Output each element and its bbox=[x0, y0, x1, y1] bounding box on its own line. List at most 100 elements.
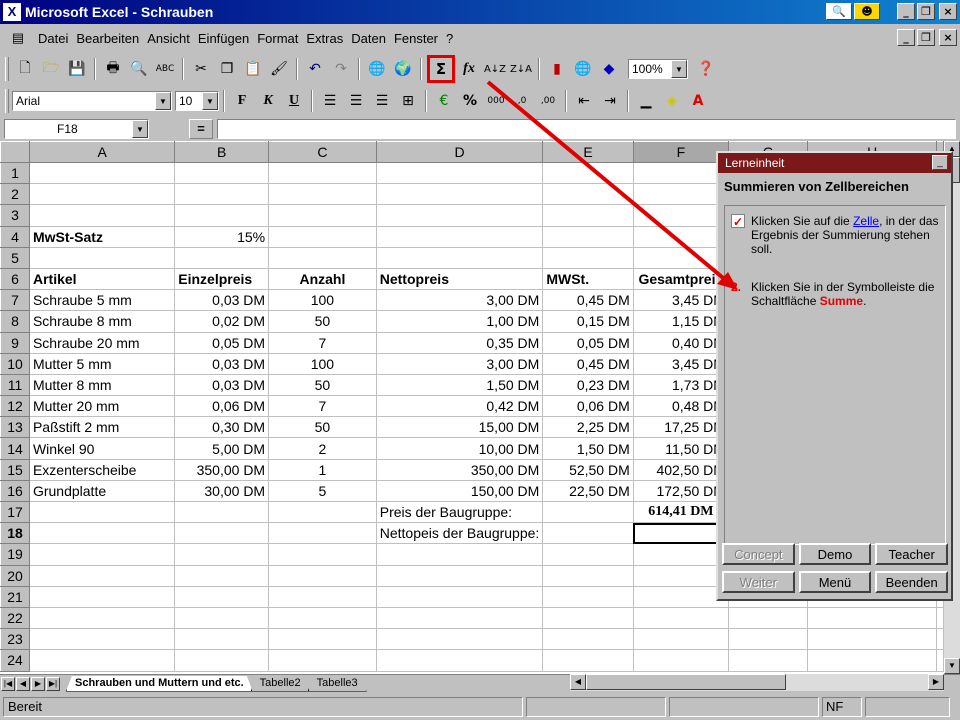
cell[interactable] bbox=[268, 501, 377, 524]
select-all-button[interactable] bbox=[0, 141, 30, 163]
cell[interactable] bbox=[268, 565, 377, 587]
cell[interactable]: Nettopeis der Baugruppe: bbox=[376, 522, 544, 545]
cell[interactable]: 0,06 DM bbox=[542, 395, 634, 418]
cell[interactable]: 1,73 DM bbox=[633, 374, 729, 397]
cell[interactable]: Mutter 8 mm bbox=[29, 374, 176, 397]
cell[interactable]: 0,35 DM bbox=[376, 332, 544, 354]
cell[interactable] bbox=[29, 565, 176, 587]
cell[interactable]: Gesamtpreis bbox=[633, 268, 729, 291]
cell[interactable] bbox=[807, 628, 937, 651]
cell[interactable] bbox=[268, 162, 377, 185]
weiter-button[interactable]: Weiter bbox=[722, 571, 795, 593]
menu-fenster[interactable]: Fenster bbox=[390, 31, 442, 46]
cell[interactable]: Schraube 5 mm bbox=[29, 289, 176, 312]
cell[interactable]: 0,30 DM bbox=[174, 416, 270, 439]
column-header[interactable]: F bbox=[632, 141, 729, 163]
column-header[interactable]: D bbox=[375, 141, 544, 163]
cell[interactable] bbox=[728, 649, 809, 672]
print-icon[interactable]: 🖶 bbox=[101, 57, 125, 81]
help-search-icon[interactable]: 🔍 bbox=[826, 3, 852, 20]
menu-help[interactable]: ? bbox=[442, 31, 457, 46]
menu-bearbeiten[interactable]: Bearbeiten bbox=[72, 31, 143, 46]
cell[interactable]: 172,50 DM bbox=[633, 480, 729, 503]
cell[interactable]: 3,00 DM bbox=[376, 289, 544, 312]
cell[interactable] bbox=[633, 247, 729, 269]
cell[interactable]: 3,45 DM bbox=[633, 353, 729, 375]
beenden-button[interactable]: Beenden bbox=[875, 571, 948, 593]
cell[interactable] bbox=[936, 607, 944, 630]
cell[interactable] bbox=[268, 204, 377, 227]
scroll-left-icon[interactable]: ◀ bbox=[570, 674, 586, 690]
cell[interactable] bbox=[268, 183, 377, 206]
cell[interactable] bbox=[174, 543, 270, 566]
cell[interactable] bbox=[268, 649, 377, 672]
merge-center-icon[interactable]: ⊞ bbox=[396, 89, 420, 113]
row-header[interactable]: 19 bbox=[0, 543, 30, 566]
save-icon[interactable]: 💾 bbox=[65, 57, 89, 81]
column-header[interactable]: A bbox=[28, 141, 176, 163]
thousands-icon[interactable]: 000 bbox=[484, 89, 508, 113]
cell[interactable] bbox=[376, 226, 544, 248]
cell[interactable] bbox=[268, 522, 377, 545]
cell[interactable]: 2,25 DM bbox=[542, 416, 634, 439]
cell[interactable] bbox=[174, 247, 270, 269]
cell[interactable] bbox=[542, 649, 634, 672]
italic-button[interactable]: K bbox=[256, 89, 280, 113]
cell[interactable]: 5,00 DM bbox=[174, 437, 270, 460]
cell[interactable] bbox=[174, 183, 270, 206]
demo-button[interactable]: Demo bbox=[798, 543, 872, 565]
autosum-button[interactable]: Σ bbox=[427, 55, 455, 83]
cell[interactable] bbox=[174, 628, 270, 651]
row-header[interactable]: 14 bbox=[0, 437, 30, 460]
cell[interactable]: Anzahl bbox=[268, 268, 377, 291]
tab-tabelle3[interactable]: Tabelle3 bbox=[308, 676, 367, 692]
row-header[interactable]: 13 bbox=[0, 416, 30, 439]
cell[interactable]: 614,41 DM bbox=[633, 501, 729, 524]
cell[interactable]: Mutter 20 mm bbox=[29, 395, 176, 418]
menu-extras[interactable]: Extras bbox=[302, 31, 347, 46]
row-header[interactable]: 7 bbox=[0, 289, 30, 312]
cell[interactable] bbox=[376, 649, 544, 672]
cell[interactable] bbox=[633, 607, 729, 630]
cell[interactable]: Preis der Baugruppe: bbox=[376, 501, 544, 524]
chevron-down-icon[interactable]: ▼ bbox=[202, 92, 218, 110]
row-header[interactable]: 2 bbox=[0, 183, 30, 206]
cell[interactable]: 50 bbox=[268, 310, 377, 333]
cell[interactable] bbox=[542, 247, 634, 269]
column-header[interactable]: C bbox=[268, 141, 377, 163]
cell[interactable] bbox=[728, 607, 809, 630]
cell[interactable] bbox=[542, 226, 634, 248]
cell[interactable]: 1,15 DM bbox=[633, 310, 729, 333]
cell[interactable] bbox=[936, 628, 944, 651]
align-center-icon[interactable]: ☰ bbox=[344, 89, 368, 113]
cell[interactable]: 30,00 DM bbox=[174, 480, 270, 503]
cell[interactable]: 1,50 DM bbox=[542, 437, 634, 460]
cell[interactable] bbox=[268, 586, 377, 608]
cell[interactable]: 0,40 DM bbox=[633, 332, 729, 354]
row-header[interactable]: 3 bbox=[0, 204, 30, 227]
cell[interactable]: Schraube 20 mm bbox=[29, 332, 176, 354]
cell[interactable] bbox=[29, 247, 176, 269]
cell[interactable] bbox=[542, 522, 634, 545]
cell[interactable]: 0,45 DM bbox=[542, 353, 634, 375]
drawing-icon[interactable]: ◆ bbox=[597, 57, 621, 81]
cell[interactable] bbox=[268, 543, 377, 566]
cell[interactable] bbox=[633, 649, 729, 672]
cell[interactable] bbox=[542, 204, 634, 227]
cell[interactable]: 5 bbox=[268, 480, 377, 503]
cell[interactable]: 3,45 DM bbox=[633, 289, 729, 312]
row-header[interactable]: 21 bbox=[0, 585, 30, 608]
first-sheet-icon[interactable]: |◀ bbox=[1, 676, 15, 691]
cell[interactable]: Nettopreis bbox=[376, 268, 544, 291]
chevron-down-icon[interactable]: ▼ bbox=[132, 120, 148, 138]
next-sheet-icon[interactable]: ▶ bbox=[31, 676, 45, 691]
cell[interactable] bbox=[376, 247, 544, 269]
tutor-minimize-button[interactable]: _ bbox=[932, 155, 948, 170]
font-color-icon[interactable]: A bbox=[686, 89, 710, 113]
cell[interactable] bbox=[29, 162, 176, 185]
tab-tabelle2[interactable]: Tabelle2 bbox=[251, 676, 310, 692]
cell[interactable] bbox=[376, 607, 544, 630]
cell[interactable]: 22,50 DM bbox=[542, 480, 634, 503]
cell[interactable]: MwSt-Satz bbox=[29, 226, 176, 248]
paste-icon[interactable]: 📋 bbox=[241, 57, 265, 81]
